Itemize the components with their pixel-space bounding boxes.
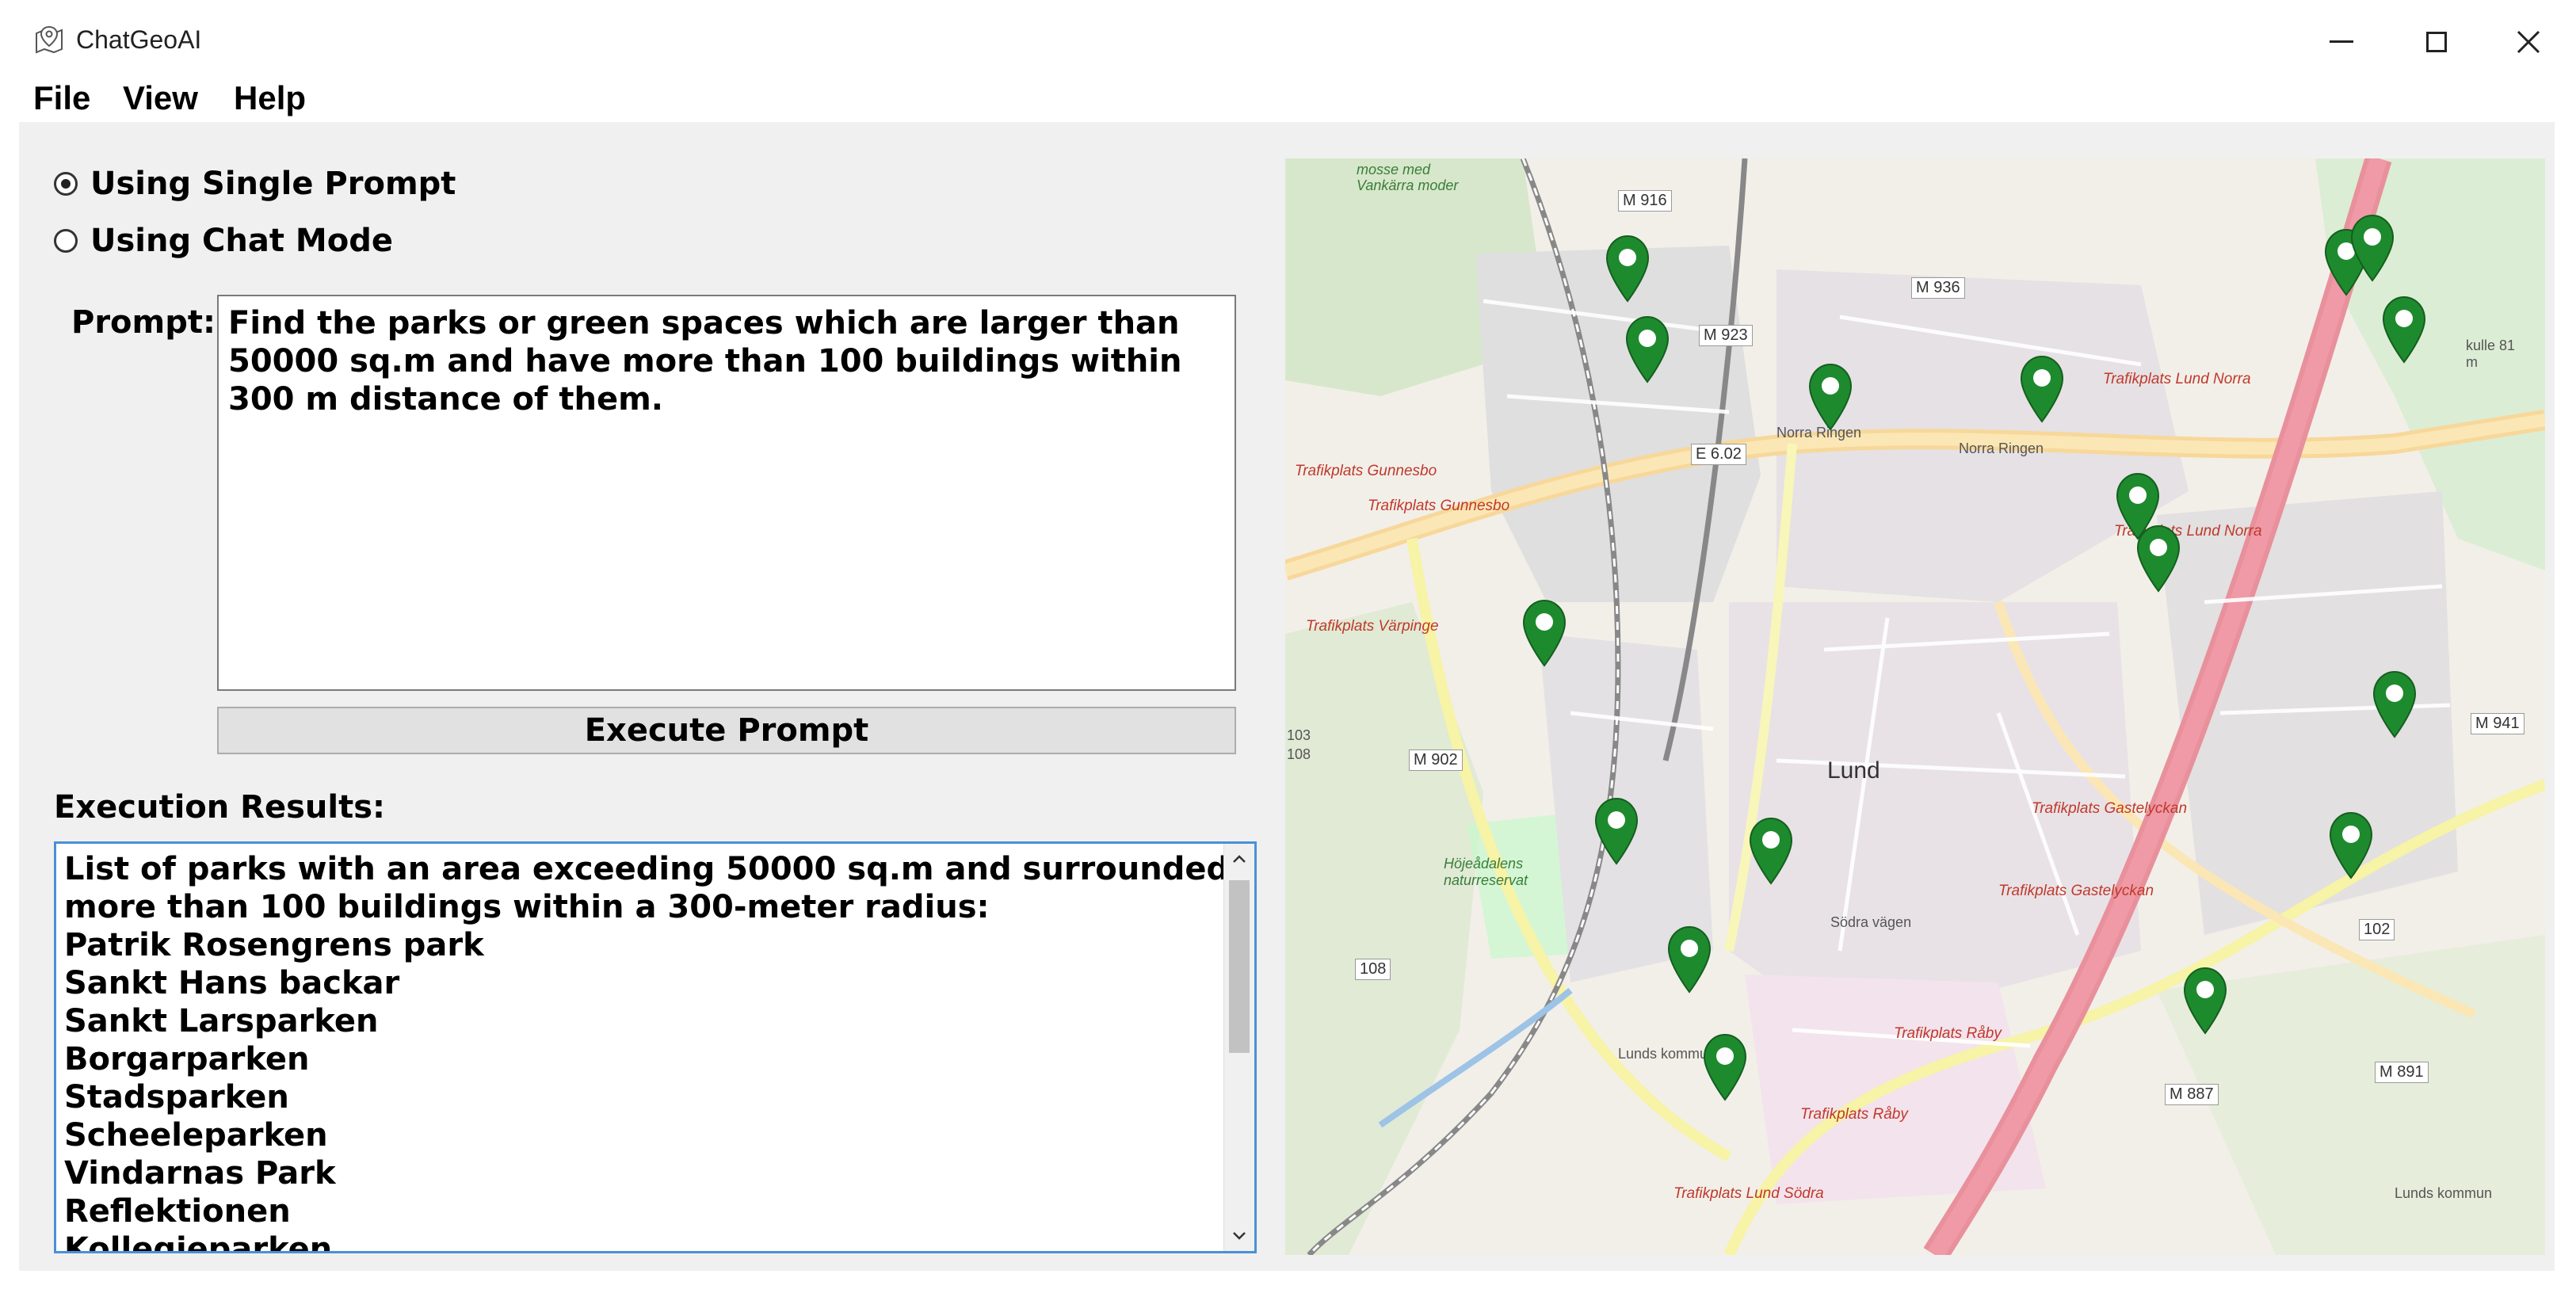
execute-prompt-button[interactable]: Execute Prompt bbox=[217, 707, 1236, 754]
list-item: Kollegieparken bbox=[64, 1231, 333, 1253]
list-item: Scheeleparken bbox=[64, 1117, 328, 1154]
place-label: Trafikplats Gunnesbo bbox=[1295, 463, 1437, 479]
list-item: Reflektionen bbox=[64, 1193, 291, 1230]
road-label: M 887 bbox=[2165, 1084, 2219, 1105]
minimize-icon bbox=[2330, 40, 2353, 43]
municipality-label: Lunds kommun bbox=[2395, 1185, 2493, 1201]
map-marker-icon[interactable] bbox=[1602, 233, 1653, 304]
place-label: Trafikplats Gastelyckan bbox=[2032, 800, 2188, 817]
list-item: Stadsparken bbox=[64, 1079, 289, 1116]
map-view[interactable]: M 916 M 936 M 923 E 6.02 M 902 M 941 102… bbox=[1285, 158, 2545, 1255]
place-label: Trafikplats Värpinge bbox=[1306, 618, 1439, 635]
place-label: Trafikplats Lund Södra bbox=[1673, 1185, 1824, 1202]
results-content: List of parks with an area exceeding 500… bbox=[64, 850, 1257, 1253]
scroll-down-button[interactable] bbox=[1224, 1221, 1254, 1251]
chat-mode-label: Using Chat Mode bbox=[90, 223, 393, 259]
maximize-button[interactable] bbox=[2393, 14, 2480, 70]
map-pin-icon bbox=[32, 22, 67, 57]
city-label: Lund bbox=[1827, 757, 1880, 784]
map-marker-icon[interactable] bbox=[1746, 815, 1796, 887]
results-scrollbar[interactable] bbox=[1223, 844, 1254, 1251]
menu-bar: File View Help bbox=[0, 76, 2576, 127]
window-title: ChatGeoAI bbox=[76, 25, 202, 54]
road-label: M 891 bbox=[2375, 1062, 2429, 1083]
road-label: 108 bbox=[1355, 959, 1391, 980]
list-item: Borgarparken bbox=[64, 1041, 310, 1078]
road-label: M 936 bbox=[1911, 277, 1965, 299]
close-icon bbox=[2517, 30, 2540, 54]
prompt-label: Prompt: bbox=[71, 304, 216, 341]
road-label: 103 bbox=[1287, 727, 1311, 743]
menu-view[interactable]: View bbox=[123, 79, 198, 117]
place-label: Trafikplats Lund Norra bbox=[2103, 371, 2251, 387]
maximize-icon bbox=[2426, 32, 2447, 52]
road-label: M 902 bbox=[1409, 749, 1463, 771]
list-item: Patrik Rosengrens park bbox=[64, 927, 484, 963]
place-label: Trafikplats Råby bbox=[1894, 1025, 2002, 1042]
road-label: E 6.02 bbox=[1691, 444, 1746, 465]
map-base bbox=[1285, 158, 2545, 1255]
scroll-thumb[interactable] bbox=[1229, 880, 1250, 1053]
road-label: M 923 bbox=[1699, 325, 1753, 346]
list-item: Vindarnas Park bbox=[64, 1155, 336, 1192]
results-textarea[interactable]: List of parks with an area exceeding 500… bbox=[54, 841, 1257, 1253]
wetland-label: mosse med Vankärra moder bbox=[1357, 162, 1459, 193]
road-label: 108 bbox=[1287, 746, 1311, 762]
road-label: M 941 bbox=[2471, 713, 2524, 734]
close-button[interactable] bbox=[2485, 14, 2572, 70]
minimize-button[interactable] bbox=[2298, 14, 2385, 70]
map-marker-icon[interactable] bbox=[1700, 1032, 1750, 1103]
place-label: Trafikplats Gastelyckan bbox=[1998, 883, 2154, 899]
menu-file[interactable]: File bbox=[33, 79, 90, 117]
map-marker-icon[interactable] bbox=[2379, 294, 2429, 365]
chat-mode-option[interactable]: Using Chat Mode bbox=[54, 219, 393, 263]
map-marker-icon[interactable] bbox=[2369, 669, 2420, 740]
map-marker-icon[interactable] bbox=[1519, 597, 1570, 669]
chat-mode-radio[interactable] bbox=[54, 229, 78, 253]
map-marker-icon[interactable] bbox=[2133, 523, 2184, 594]
map-marker-icon[interactable] bbox=[2347, 212, 2398, 284]
list-item: Sankt Larsparken bbox=[64, 1003, 379, 1039]
single-prompt-label: Using Single Prompt bbox=[90, 166, 456, 202]
map-marker-icon[interactable] bbox=[2180, 965, 2231, 1036]
title-bar: ChatGeoAI bbox=[0, 0, 2576, 82]
road-label: M 916 bbox=[1618, 190, 1672, 212]
chevron-down-icon bbox=[1233, 1232, 1246, 1240]
hill-label: kulle 81 m bbox=[2466, 338, 2516, 370]
prompt-textarea[interactable]: Find the parks or green spaces which are… bbox=[217, 295, 1236, 691]
place-label: Trafikplats Råby bbox=[1800, 1106, 1908, 1123]
list-item: Sankt Hans backar bbox=[64, 965, 400, 1001]
map-marker-icon[interactable] bbox=[1805, 361, 1856, 433]
results-header-line: List of parks with an area exceeding 500… bbox=[64, 851, 1257, 887]
map-marker-icon[interactable] bbox=[2017, 353, 2067, 425]
results-label: Execution Results: bbox=[54, 789, 386, 826]
chevron-up-icon bbox=[1233, 855, 1246, 863]
single-prompt-option[interactable]: Using Single Prompt bbox=[54, 162, 456, 206]
map-marker-icon[interactable] bbox=[1622, 314, 1673, 385]
results-header-line: more than 100 buildings within a 300-met… bbox=[64, 889, 990, 925]
nature-reserve-label: Höjeådalens naturreservat bbox=[1444, 856, 1528, 888]
map-marker-icon[interactable] bbox=[1664, 924, 1715, 995]
single-prompt-radio[interactable] bbox=[54, 172, 78, 196]
road-label: 102 bbox=[2359, 919, 2395, 940]
map-marker-icon[interactable] bbox=[2326, 810, 2376, 881]
map-marker-icon[interactable] bbox=[1591, 795, 1642, 867]
place-label: Trafikplats Gunnesbo bbox=[1368, 498, 1510, 514]
scroll-up-button[interactable] bbox=[1224, 844, 1254, 874]
street-label: Södra vägen bbox=[1830, 914, 1912, 930]
street-label: Norra Ringen bbox=[1959, 441, 2044, 456]
menu-help[interactable]: Help bbox=[234, 79, 306, 117]
